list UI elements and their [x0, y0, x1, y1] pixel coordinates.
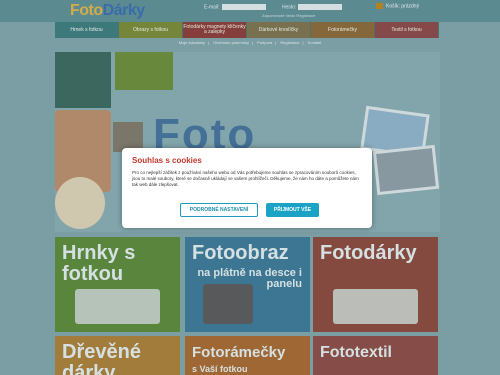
cookie-dialog: Souhlas s cookies Pro co nejlepší zážite… [122, 148, 372, 228]
cookie-text: Pro co nejlepší zážitek z používání naše… [132, 170, 359, 187]
cookie-settings-button[interactable]: PODROBNÉ NASTAVENÍ [180, 203, 258, 217]
cookie-accept-button[interactable]: PŘIJMOUT VŠE [266, 203, 319, 217]
cookie-title: Souhlas s cookies [132, 156, 202, 165]
cookie-buttons: PODROBNÉ NASTAVENÍ PŘIJMOUT VŠE [180, 203, 319, 217]
